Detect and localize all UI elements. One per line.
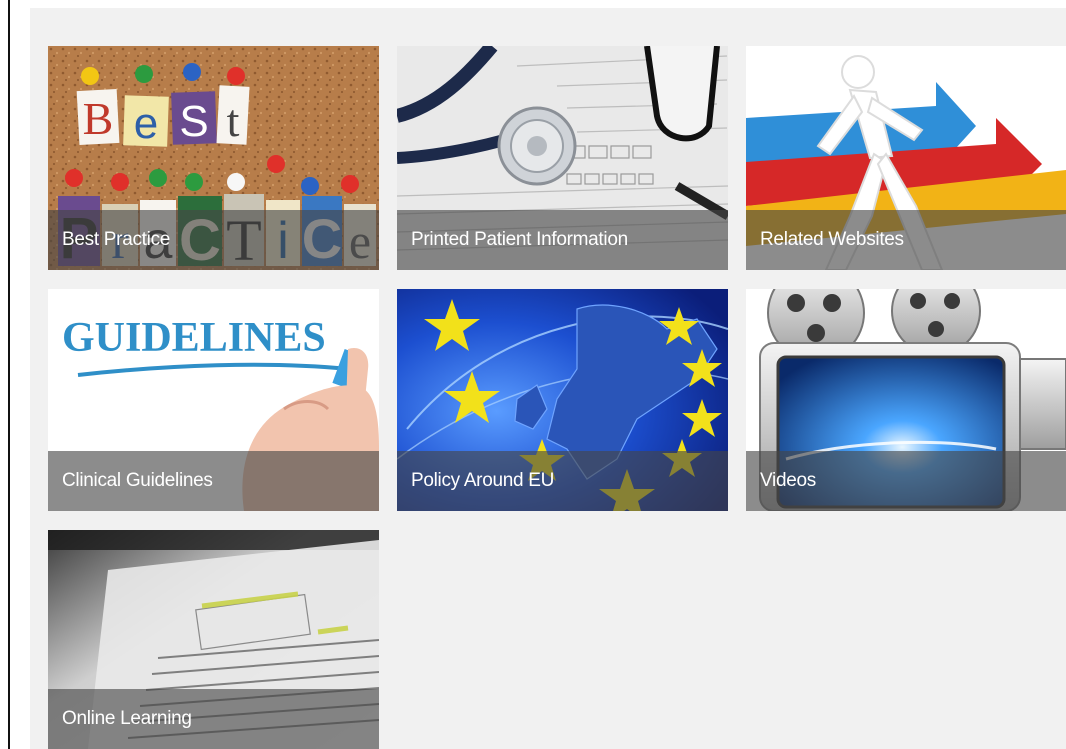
page: B e S t P	[0, 0, 1066, 749]
left-border-rule	[8, 0, 10, 749]
letter-b: B	[83, 93, 114, 144]
letter-t: t	[227, 95, 240, 146]
tile-policy-around-eu[interactable]: Policy Around EU	[397, 289, 728, 511]
tile-related-websites-label: Related Websites	[746, 210, 1066, 270]
tile-best-practice[interactable]: B e S t P	[48, 46, 379, 270]
tile-videos-label: Videos	[746, 451, 1066, 511]
guidelines-word: GUIDELINES	[62, 315, 326, 361]
tile-clinical-guidelines[interactable]: GUIDELINES Clinical Guidelines	[48, 289, 379, 511]
tile-best-practice-label: Best Practice	[48, 210, 379, 270]
tile-printed-patient-information-label: Printed Patient Information	[397, 210, 728, 270]
tile-videos[interactable]: Videos	[746, 289, 1066, 511]
tile-printed-patient-information[interactable]: Printed Patient Information	[397, 46, 728, 270]
tile-online-learning-label: Online Learning	[48, 689, 379, 749]
tile-online-learning[interactable]: Online Learning	[48, 530, 379, 749]
tile-related-websites[interactable]: Related Websites	[746, 46, 1066, 270]
tile-policy-around-eu-label: Policy Around EU	[397, 451, 728, 511]
letter-s: S	[179, 97, 208, 146]
resource-tiles-panel: B e S t P	[30, 8, 1066, 749]
letter-e: e	[134, 99, 158, 148]
tile-clinical-guidelines-label: Clinical Guidelines	[48, 451, 379, 511]
